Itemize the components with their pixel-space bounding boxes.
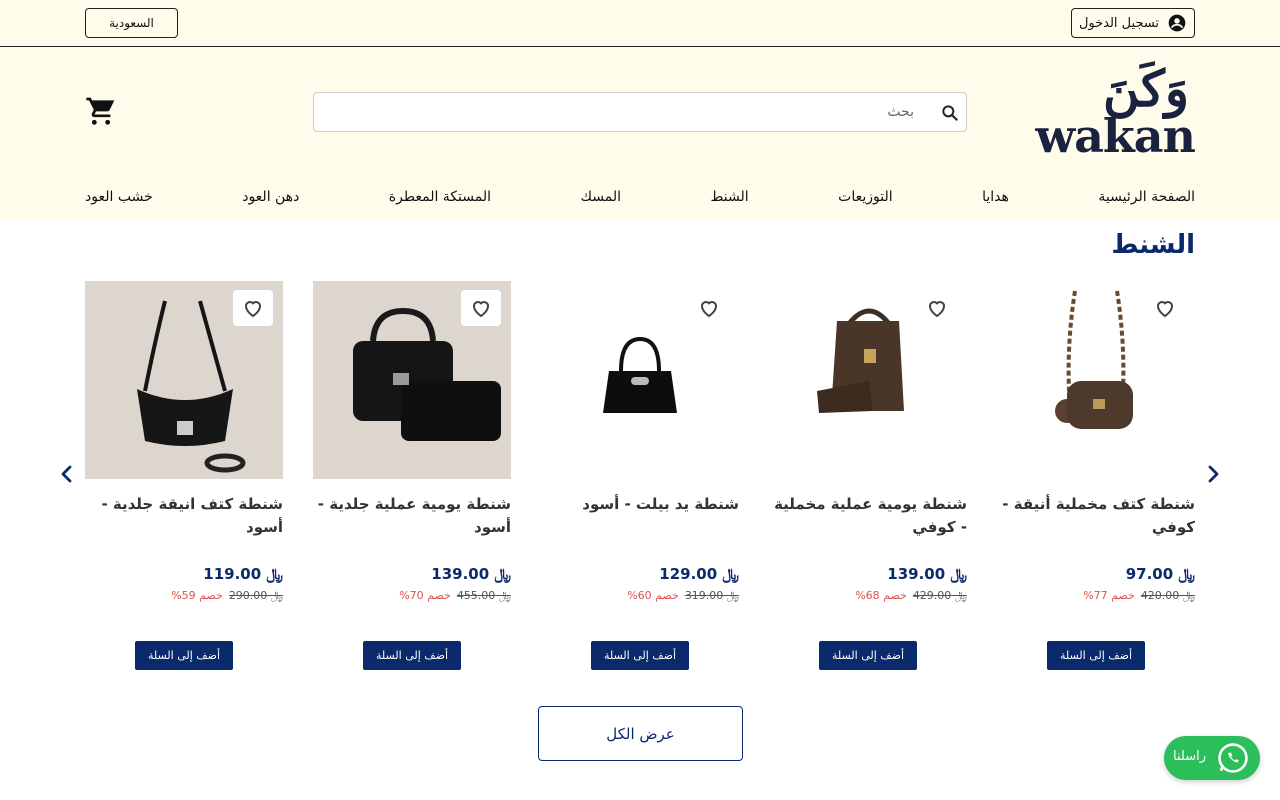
product-old-price-row: ﷼ 319.00 خصم 60%	[627, 589, 739, 603]
product-old-price-row: ﷼ 429.00 خصم 68%	[855, 589, 967, 603]
heart-icon	[1156, 301, 1174, 318]
product-name[interactable]: شنطة كتف انيقة جلدية - أسود	[85, 493, 283, 539]
add-to-cart-button[interactable]: أضف إلى السلة	[135, 641, 233, 670]
nav-item-bags[interactable]: الشنط	[711, 189, 749, 205]
product-old-price-row: ﷼ 290.00 خصم 59%	[171, 589, 283, 603]
discount-badge: خصم 59%	[171, 589, 223, 602]
favorite-button[interactable]	[689, 290, 729, 326]
product-card[interactable]: شنطة كتف انيقة جلدية - أسود ﷼ 119.00 ﷼ 2…	[85, 281, 283, 681]
product-image[interactable]	[313, 281, 511, 479]
heart-icon	[244, 301, 262, 318]
product-price: ﷼ 139.00	[887, 565, 967, 583]
whatsapp-label: راسلنا	[1173, 749, 1206, 764]
whatsapp-chat-button[interactable]: راسلنا	[1164, 736, 1260, 780]
product-image[interactable]	[997, 281, 1195, 479]
sar-icon: ﷼	[261, 565, 283, 583]
login-button[interactable]: تسجيل الدخول	[1071, 8, 1195, 38]
product-price: ﷼ 119.00	[203, 565, 283, 583]
cart-icon[interactable]	[85, 95, 117, 131]
discount-badge: خصم 68%	[855, 589, 907, 602]
nav-item-musk[interactable]: المسك	[580, 189, 621, 205]
product-name[interactable]: شنطة يد بيلت - أسود	[541, 493, 739, 516]
sar-icon: ﷼	[717, 565, 739, 583]
country-label: السعودية	[109, 16, 154, 30]
product-card[interactable]: شنطة يد بيلت - أسود ﷼ 129.00 ﷼ 319.00 خصم…	[541, 281, 739, 681]
favorite-button[interactable]	[1145, 290, 1185, 326]
nav-item-gifts[interactable]: هدايا	[982, 189, 1009, 205]
search-input[interactable]	[314, 93, 966, 131]
product-card[interactable]: شنطة كتف مخملية أنيقة - كوفي ﷼ 97.00 ﷼ 4…	[997, 281, 1195, 681]
product-image[interactable]	[85, 281, 283, 479]
carousel-next-arrow[interactable]	[1201, 462, 1225, 486]
whatsapp-icon	[1216, 741, 1250, 779]
product-card[interactable]: شنطة يومية عملية جلدية - أسود ﷼ 139.00 ﷼…	[313, 281, 511, 681]
product-image[interactable]	[769, 281, 967, 479]
main-nav: الصفحة الرئيسية هدايا التوزيعات الشنط ال…	[85, 186, 1195, 208]
heart-icon	[928, 301, 946, 318]
carousel-prev-arrow[interactable]	[55, 462, 79, 486]
nav-item-oud-wood[interactable]: خشب العود	[85, 189, 153, 205]
header: وَكَنَ wakan الصفحة الرئيسية هدايا التوز…	[0, 47, 1280, 219]
product-old-price-row: ﷼ 455.00 خصم 70%	[399, 589, 511, 603]
discount-badge: خصم 77%	[1083, 589, 1135, 602]
product-old-price: ﷼ 420.00	[1140, 589, 1195, 602]
product-old-price: ﷼ 319.00	[684, 589, 739, 602]
product-old-price: ﷼ 290.00	[228, 589, 283, 602]
favorite-button[interactable]	[233, 290, 273, 326]
sar-icon: ﷼	[489, 565, 511, 583]
product-old-price: ﷼ 455.00	[456, 589, 511, 602]
country-selector[interactable]: السعودية	[85, 8, 178, 38]
product-name[interactable]: شنطة كتف مخملية أنيقة - كوفي	[997, 493, 1195, 539]
product-card[interactable]: شنطة يومية عملية مخملية - كوفي ﷼ 139.00 …	[769, 281, 967, 681]
add-to-cart-button[interactable]: أضف إلى السلة	[363, 641, 461, 670]
product-image[interactable]	[541, 281, 739, 479]
logo-english: wakan	[1035, 109, 1196, 163]
discount-badge: خصم 60%	[627, 589, 679, 602]
nav-item-home[interactable]: الصفحة الرئيسية	[1098, 189, 1195, 205]
sar-icon: ﷼	[1173, 565, 1195, 583]
product-old-price: ﷼ 429.00	[912, 589, 967, 602]
product-name[interactable]: شنطة يومية عملية جلدية - أسود	[313, 493, 511, 539]
top-bar: تسجيل الدخول السعودية	[0, 0, 1280, 47]
product-price: ﷼ 97.00	[1125, 565, 1195, 583]
nav-item-giveaways[interactable]: التوزيعات	[838, 189, 892, 205]
heart-icon	[472, 301, 490, 318]
product-name[interactable]: شنطة يومية عملية مخملية - كوفي	[769, 493, 967, 539]
product-price: ﷼ 139.00	[431, 565, 511, 583]
favorite-button[interactable]	[917, 290, 957, 326]
account-circle-icon	[1167, 13, 1187, 33]
search-bar	[313, 92, 967, 132]
nav-item-oud-oil[interactable]: دهن العود	[242, 189, 299, 205]
add-to-cart-button[interactable]: أضف إلى السلة	[819, 641, 917, 670]
product-old-price-row: ﷼ 420.00 خصم 77%	[1083, 589, 1195, 603]
favorite-button[interactable]	[461, 290, 501, 326]
login-label: تسجيل الدخول	[1078, 15, 1160, 31]
sar-icon: ﷼	[945, 565, 967, 583]
discount-badge: خصم 70%	[399, 589, 451, 602]
site-logo[interactable]: وَكَنَ wakan	[1019, 59, 1196, 165]
view-all-button[interactable]: عرض الكل	[538, 706, 743, 761]
heart-icon	[700, 301, 718, 318]
search-icon[interactable]	[940, 103, 960, 127]
product-price: ﷼ 129.00	[659, 565, 739, 583]
nav-item-mastic[interactable]: المستكة المعطرة	[389, 189, 491, 205]
section-title: الشنط	[1111, 230, 1195, 260]
add-to-cart-button[interactable]: أضف إلى السلة	[1047, 641, 1145, 670]
add-to-cart-button[interactable]: أضف إلى السلة	[591, 641, 689, 670]
